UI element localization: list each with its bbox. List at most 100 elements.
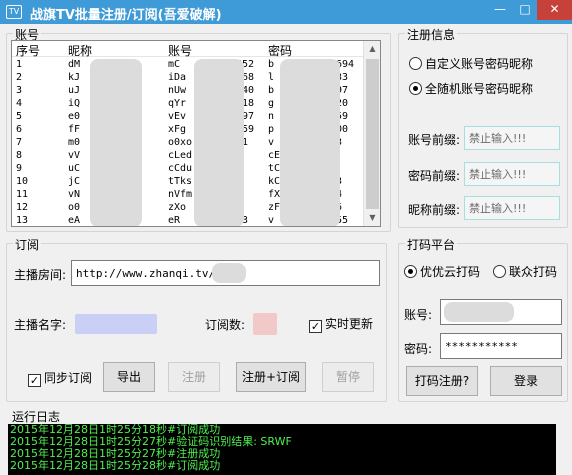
table-cell: kJ — [68, 72, 81, 83]
table-cell: m0 — [68, 137, 81, 148]
redaction-blur — [90, 59, 142, 226]
maximize-button[interactable]: □ — [513, 0, 537, 20]
table-cell: mC — [168, 59, 181, 70]
table-cell: 9 — [16, 163, 23, 174]
column-header-index[interactable]: 序号 — [16, 42, 40, 59]
captcha-password-label: 密码: — [404, 342, 433, 356]
table-cell: o0 — [68, 202, 81, 213]
table-cell: 7 — [16, 137, 23, 148]
register-info-legend: 注册信息 — [405, 26, 458, 43]
table-cell: vV — [68, 150, 81, 161]
table-cell: 8 — [16, 150, 23, 161]
password-prefix-input[interactable] — [464, 162, 560, 186]
table-cell: jC — [68, 176, 81, 187]
scroll-down-icon[interactable]: ▼ — [364, 210, 380, 226]
table-cell: zXo — [168, 202, 187, 213]
table-cell: fX — [268, 189, 281, 200]
checkmark-icon: ✓ — [28, 374, 41, 387]
table-cell: iDa — [168, 72, 187, 83]
account-prefix-label: 账号前缀: — [408, 133, 461, 147]
radio-off-icon — [493, 265, 506, 278]
table-cell: fF — [68, 124, 81, 135]
table-cell: xFg — [168, 124, 187, 135]
table-cell: cCdu — [168, 163, 193, 174]
accounts-list[interactable]: 序号 昵称 账号 密码 1dMVsJmC9552bm6942kJJiDa8268… — [11, 40, 381, 227]
custom-credentials-radio[interactable]: 自定义账号密码昵称 — [409, 55, 533, 72]
table-cell: 1 — [16, 59, 23, 70]
account-prefix-input[interactable] — [464, 126, 560, 150]
log-output[interactable]: 2015年12月28日1时25分18秒#订阅成功 2015年12月28日1时25… — [8, 424, 556, 475]
register-button[interactable]: 注册 — [168, 362, 220, 392]
log-line: 2015年12月28日1时25分28秒#订阅成功 — [10, 459, 221, 472]
table-cell: 6 — [16, 124, 23, 135]
table-cell: eA — [68, 215, 81, 226]
room-label: 主播房间: — [14, 268, 67, 282]
table-cell: v — [268, 137, 275, 148]
table-cell: g — [268, 98, 275, 109]
table-cell: 13 — [16, 215, 29, 226]
column-header-password[interactable]: 密码 — [268, 42, 292, 59]
checkmark-icon: ✓ — [309, 320, 322, 333]
pause-button[interactable]: 暂停 — [322, 362, 374, 392]
login-button[interactable]: 登录 — [490, 366, 562, 396]
table-cell: cLed — [168, 150, 193, 161]
lianzhong-radio[interactable]: 联众打码 — [493, 263, 557, 280]
nickname-prefix-label: 昵称前缀: — [408, 203, 461, 217]
column-header-account[interactable]: 账号 — [168, 42, 192, 59]
redaction-blur — [444, 302, 514, 322]
table-cell: o0xo — [168, 137, 193, 148]
table-cell: uC — [68, 163, 81, 174]
radio-off-icon — [409, 57, 422, 70]
table-cell: vN — [68, 189, 81, 200]
subscribers-label: 订阅数: — [205, 318, 246, 332]
table-cell: qYr — [168, 98, 187, 109]
table-cell: e0 — [68, 111, 81, 122]
window-title: 战旗TV批量注册/订阅(吾爱破解) — [30, 8, 222, 23]
redaction-blur — [212, 263, 246, 283]
log-legend: 运行日志 — [12, 410, 61, 424]
column-header-nickname[interactable]: 昵称 — [68, 42, 92, 59]
table-cell: uJ — [68, 85, 81, 96]
radio-on-icon — [404, 265, 417, 278]
redaction-blur — [194, 59, 244, 226]
list-header: 序号 昵称 账号 密码 — [12, 41, 364, 59]
sync-subscribe-label: 同步订阅 — [44, 371, 93, 385]
radio-on-icon — [409, 82, 422, 95]
nickname-prefix-input[interactable] — [464, 196, 560, 220]
youyouyun-label: 优优云打码 — [420, 265, 481, 279]
table-cell: tC — [268, 163, 281, 174]
register-subscribe-button[interactable]: 注册+订阅 — [236, 362, 306, 392]
subscribers-value — [253, 313, 277, 335]
realtime-update-checkbox[interactable]: ✓ 实时更新 — [309, 315, 373, 333]
subscribe-legend: 订阅 — [13, 236, 42, 253]
lianzhong-label: 联众打码 — [509, 265, 558, 279]
close-button[interactable]: ✕ — [537, 0, 572, 20]
table-cell: zF — [268, 202, 281, 213]
redaction-blur — [280, 59, 340, 226]
table-cell: 12 — [16, 202, 29, 213]
app-icon: TV — [6, 5, 22, 19]
table-cell: vEv — [168, 111, 187, 122]
table-cell: 4 — [16, 98, 23, 109]
random-credentials-radio[interactable]: 全随机账号密码昵称 — [409, 80, 533, 97]
table-cell: kC — [268, 176, 281, 187]
table-cell: l — [268, 72, 275, 83]
table-cell: nVfm — [168, 189, 193, 200]
minimize-button[interactable]: — — [487, 0, 513, 20]
table-cell: eR — [168, 215, 181, 226]
captcha-legend: 打码平台 — [405, 236, 458, 253]
captcha-register-button[interactable]: 打码注册? — [406, 366, 478, 396]
list-scrollbar[interactable]: ▲ ▼ — [363, 41, 380, 226]
captcha-password-input[interactable] — [440, 333, 562, 359]
anchor-name-label: 主播名字: — [14, 318, 67, 332]
youyouyun-radio[interactable]: 优优云打码 — [404, 263, 480, 280]
sync-subscribe-checkbox[interactable]: ✓ 同步订阅 — [28, 369, 92, 387]
random-credentials-label: 全随机账号密码昵称 — [425, 82, 534, 96]
scroll-thumb[interactable] — [366, 59, 379, 209]
table-cell: iQ — [68, 98, 81, 109]
scroll-up-icon[interactable]: ▲ — [364, 41, 380, 57]
export-button[interactable]: 导出 — [103, 362, 155, 392]
table-cell: 3 — [16, 85, 23, 96]
table-cell: dM — [68, 59, 81, 70]
table-cell: 2 — [16, 72, 23, 83]
